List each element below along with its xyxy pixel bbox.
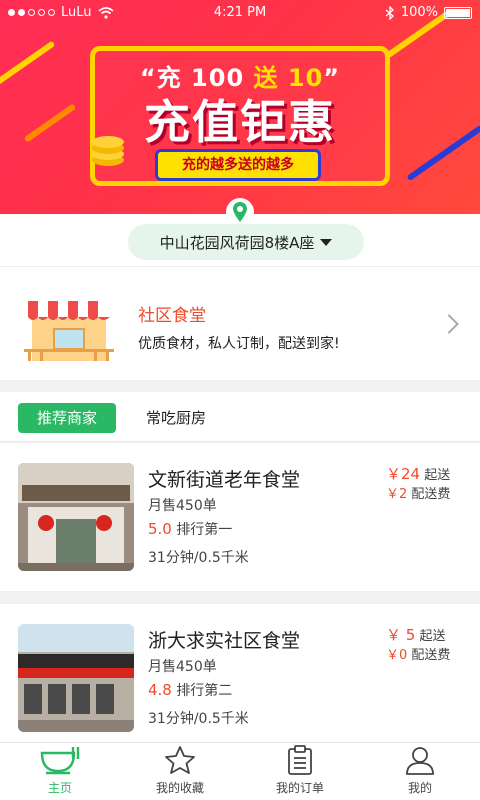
min-order-label: 起送 [424,468,451,483]
nav-profile[interactable]: 我的 [360,743,480,800]
store-card[interactable]: 浙大求实社区食堂 月售450单 4.8 排行第二 31分钟/0.5千米 ￥ 5 … [0,604,480,742]
min-order-price: ￥24 [386,465,421,483]
nav-label: 我的订单 [275,781,324,795]
clipboard-icon [288,745,312,775]
min-order-label: 起送 [419,629,446,644]
nav-orders[interactable]: 我的订单 [240,743,360,800]
community-description: 优质食材，私人订制，配送到家! [138,336,340,352]
address-text: 中山花园风荷园8楼A座 [159,233,315,252]
user-icon [406,747,434,775]
status-bar: LuLu 4:21 PM 100% [0,0,480,26]
location-section: 中山花园风荷园8楼A座 [0,198,480,266]
store-delivery-time: 31分钟/0.5千米 [148,711,249,727]
bottom-nav: 主页 我的收藏 我的订单 我的 [0,742,480,800]
promo-banner[interactable]: LuLu 4:21 PM 100% “充 100 送 10” 充值钜惠 充的越多… [0,0,480,214]
delivery-fee-label: 配送费 [411,648,451,663]
store-name: 浙大求实社区食堂 [148,630,301,652]
store-sales: 月售450单 [148,659,217,675]
store-price-info: ￥24 起送 ￥2 配送费 [386,465,450,504]
bluetooth-icon [385,5,394,20]
nav-label: 我的收藏 [155,781,204,795]
store-score: 5.0 [148,520,172,538]
promo-subtitle: 充的越多送的越多 [158,152,318,178]
nav-home[interactable]: 主页 [0,743,120,800]
coins-icon [92,136,124,166]
delivery-fee-label: 配送费 [411,487,451,502]
chevron-right-icon [439,314,459,334]
tab-frequent[interactable]: 常吃厨房 [146,403,206,433]
store-rank-text: 排行第一 [176,522,233,538]
home-page: LuLu 4:21 PM 100% “充 100 送 10” 充值钜惠 充的越多… [0,0,480,800]
store-photo [18,463,134,571]
nav-favorites[interactable]: 我的收藏 [120,743,240,800]
promo-title: 充值钜惠 [144,95,336,149]
store-rank-text: 排行第二 [176,683,233,699]
store-card[interactable]: 文新街道老年食堂 月售450单 5.0 排行第一 31分钟/0.5千米 ￥24 … [0,443,480,591]
min-order-price: ￥ 5 [386,626,416,644]
store-photo [18,624,134,732]
store-sales: 月售450单 [148,498,217,514]
nav-label: 主页 [47,781,72,795]
battery-icon [444,6,472,19]
battery-percent: 100% [400,5,438,20]
delivery-fee: ￥2 [386,487,408,502]
store-rank: 4.8 排行第二 [148,680,232,700]
community-canteen-card[interactable]: 社区食堂 优质食材，私人订制，配送到家! [0,266,480,380]
store-delivery-time: 31分钟/0.5千米 [148,550,249,566]
address-selector[interactable]: 中山花园风荷园8楼A座 [128,224,364,260]
bowl-icon [40,747,80,775]
delivery-fee: ￥0 [386,648,408,663]
nav-label: 我的 [407,781,432,795]
caret-down-icon [320,238,333,246]
store-tabs: 推荐商家 常吃厨房 [0,392,480,442]
store-rank: 5.0 排行第一 [148,519,232,539]
community-title: 社区食堂 [138,306,206,326]
store-score: 4.8 [148,681,172,699]
store-price-info: ￥ 5 起送 ￥0 配送费 [386,626,450,665]
star-icon [165,746,195,774]
location-pin-icon [226,198,254,226]
tab-recommended[interactable]: 推荐商家 [18,403,116,433]
store-name: 文新街道老年食堂 [148,469,301,491]
storefront-icon [24,301,114,361]
